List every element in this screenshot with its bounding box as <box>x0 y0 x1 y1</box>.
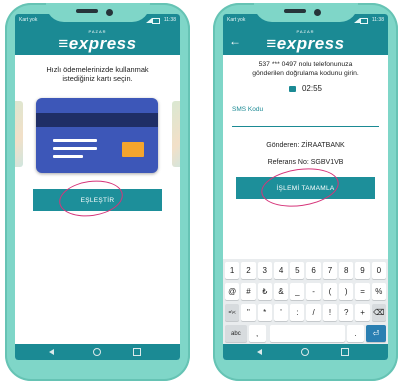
right-phone-frame: Kart yok 11:38 ← PAZAR ≡express 537 *** … <box>213 3 398 381</box>
key-colon[interactable]: : <box>290 304 305 321</box>
nav-back-icon[interactable] <box>49 349 54 355</box>
carrier-text: Kart yok <box>19 17 38 23</box>
camera-icon <box>313 9 321 16</box>
key-8[interactable]: 8 <box>339 262 354 279</box>
speaker <box>283 9 306 13</box>
reference-text: Referans No: SGBV1VB <box>267 159 344 166</box>
key-open-paren[interactable]: ( <box>322 283 338 300</box>
card-magnetic-stripe <box>36 113 158 127</box>
annotation-circle <box>258 163 342 212</box>
message-line-2: gönderilen doğrulama kodunu girin. <box>252 69 359 77</box>
enter-icon[interactable]: ⏎ <box>365 325 387 342</box>
numeric-keyboard: 1 2 3 4 5 6 7 8 9 0 @ # ₺ & _ - ( ) = % … <box>223 259 388 345</box>
card-number-line <box>53 147 97 150</box>
next-card-peek[interactable] <box>172 101 180 167</box>
message-line-1: 537 *** 0497 nolu telefonunuza <box>258 61 353 68</box>
backspace-icon[interactable]: ⌫ <box>371 304 386 321</box>
left-phone-frame: Kart yok 11:38 PAZAR ≡express Hızlı ödem… <box>5 3 190 381</box>
key-apostrophe[interactable]: ' <box>273 304 289 321</box>
keyboard-row-4: abc , . ⏎ <box>225 325 387 342</box>
key-symbols-toggle[interactable]: =\< <box>225 304 240 321</box>
key-at[interactable]: @ <box>225 283 240 300</box>
card-name-line <box>53 155 83 158</box>
timer-value: 02:55 <box>301 84 323 93</box>
carrier-text: Kart yok <box>227 17 246 23</box>
nav-recent-icon[interactable] <box>133 348 141 356</box>
sms-code-label: SMS Kodu <box>232 106 264 113</box>
left-screen: Kart yok 11:38 PAZAR ≡express Hızlı ödem… <box>15 14 180 360</box>
key-2[interactable]: 2 <box>241 262 256 279</box>
key-abc[interactable]: abc <box>225 325 247 342</box>
express-logo: ≡express <box>58 34 137 53</box>
battery-icon <box>152 18 160 24</box>
key-1[interactable]: 1 <box>225 262 240 279</box>
clock: 11:38 <box>163 17 176 23</box>
key-7[interactable]: 7 <box>322 262 338 279</box>
sender-text: Gönderen: ZİRAATBANK <box>266 142 345 149</box>
keyboard-row-1: 1 2 3 4 5 6 7 8 9 0 <box>225 262 386 279</box>
key-underscore[interactable]: _ <box>290 283 305 300</box>
key-close-paren[interactable]: ) <box>339 283 354 300</box>
key-space[interactable] <box>269 325 346 342</box>
key-lira[interactable]: ₺ <box>257 283 272 300</box>
right-screen: Kart yok 11:38 ← PAZAR ≡express 537 *** … <box>223 14 388 360</box>
android-nav-bar <box>15 344 180 360</box>
key-equals[interactable]: = <box>355 283 370 300</box>
express-logo: ≡express <box>266 34 345 53</box>
previous-card-peek[interactable] <box>15 101 23 167</box>
phone-notch <box>45 3 150 22</box>
android-nav-bar <box>223 344 388 360</box>
keyboard-row-3: =\< " * ' : / ! ? + ⌫ <box>225 304 386 321</box>
key-4[interactable]: 4 <box>273 262 289 279</box>
key-quote[interactable]: " <box>241 304 256 321</box>
phone-notch <box>253 3 358 22</box>
annotation-circle <box>56 176 126 221</box>
key-period[interactable]: . <box>347 325 364 342</box>
key-slash[interactable]: / <box>306 304 321 321</box>
nav-back-icon[interactable] <box>257 349 262 355</box>
key-5[interactable]: 5 <box>290 262 305 279</box>
nav-home-icon[interactable] <box>93 348 101 356</box>
card-select-instruction: Hızlı ödemelerinizde kullanmak istediğin… <box>15 65 180 83</box>
keyboard-row-2: @ # ₺ & _ - ( ) = % <box>225 283 386 300</box>
card-number-line <box>53 139 97 142</box>
sms-code-input[interactable] <box>232 126 379 127</box>
key-percent[interactable]: % <box>371 283 386 300</box>
camera-icon <box>105 9 113 16</box>
brand-logo: PAZAR ≡express <box>223 29 388 54</box>
key-minus[interactable]: - <box>306 283 321 300</box>
nav-home-icon[interactable] <box>301 348 309 356</box>
key-6[interactable]: 6 <box>306 262 321 279</box>
key-3[interactable]: 3 <box>257 262 272 279</box>
credit-card[interactable] <box>36 98 158 173</box>
card-chip <box>122 142 144 157</box>
verification-message: 537 *** 0497 nolu telefonunuza gönderile… <box>223 61 388 78</box>
instruction-line-1: Hızlı ödemelerinizde kullanmak <box>46 65 149 74</box>
key-plus[interactable]: + <box>355 304 370 321</box>
key-question[interactable]: ? <box>339 304 354 321</box>
key-ampersand[interactable]: & <box>273 283 289 300</box>
speaker <box>75 9 98 13</box>
key-comma[interactable]: , <box>248 325 266 342</box>
key-hash[interactable]: # <box>241 283 256 300</box>
key-asterisk[interactable]: * <box>257 304 272 321</box>
key-exclamation[interactable]: ! <box>322 304 338 321</box>
key-0[interactable]: 0 <box>371 262 386 279</box>
countdown-timer: 02:55 <box>223 84 388 93</box>
clock: 11:38 <box>371 17 384 23</box>
brand-logo: PAZAR ≡express <box>15 29 180 54</box>
nav-recent-icon[interactable] <box>341 348 349 356</box>
key-9[interactable]: 9 <box>355 262 370 279</box>
battery-icon <box>360 18 368 24</box>
message-icon <box>288 86 296 92</box>
instruction-line-2: istediğiniz kartı seçin. <box>62 74 133 83</box>
